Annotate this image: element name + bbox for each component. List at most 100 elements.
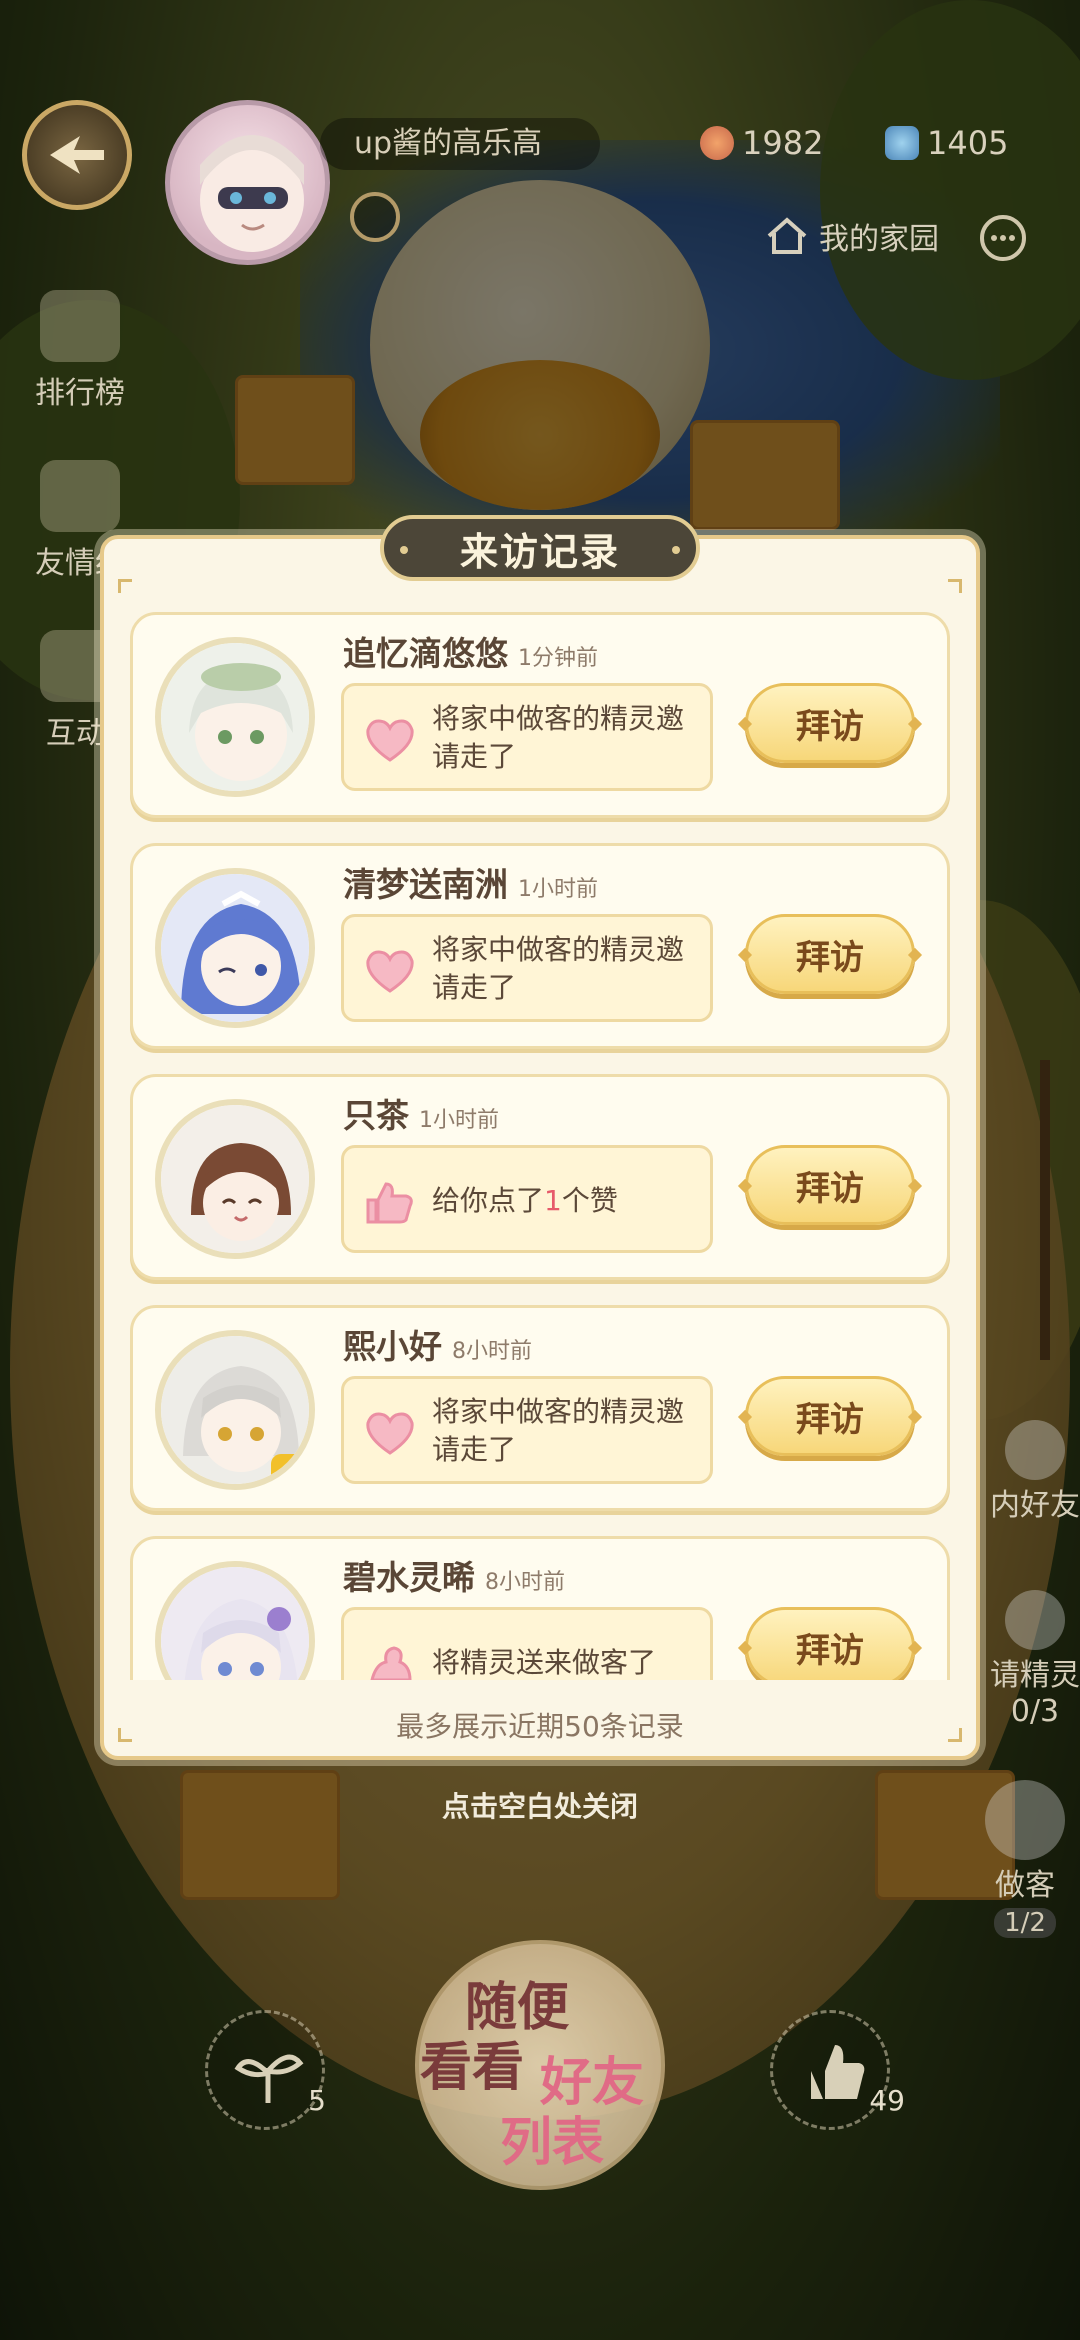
- visit-time: 8小时前: [452, 1339, 532, 1364]
- visit-message-text: 将家中做客的精灵邀 请走了: [432, 1393, 702, 1469]
- visitor-avatar-art: [161, 1567, 309, 1680]
- heart-outline-icon: [1005, 1590, 1065, 1650]
- heart-icon: [366, 1412, 414, 1455]
- visitor-avatar[interactable]: [155, 1330, 315, 1490]
- visit-button-label: 拜访: [796, 706, 864, 747]
- corner-ornament: [948, 579, 962, 593]
- visit-button[interactable]: 拜访: [745, 1607, 915, 1680]
- home-label: 我的家园: [819, 222, 939, 257]
- gem-amount: 1405: [927, 124, 1009, 162]
- random-label-2: 看看: [420, 2037, 525, 2098]
- add-friend-button[interactable]: 内好友: [990, 1420, 1080, 1524]
- invite-spirit-label: 请精灵: [990, 1658, 1080, 1693]
- plant-button[interactable]: 5: [205, 2010, 326, 2130]
- back-arrow-icon: [50, 136, 104, 174]
- currency-coins: 1982: [700, 118, 823, 168]
- visit-time: 1小时前: [419, 1108, 499, 1133]
- add-friend-label: 内好友: [990, 1488, 1080, 1523]
- message-part: 给你点了: [432, 1184, 545, 1217]
- medal-icon: [40, 460, 120, 532]
- visitor-avatar[interactable]: [155, 637, 315, 797]
- visitor-name-text: 清梦送南洲: [343, 865, 508, 904]
- visitor-name: 碧水灵晞 8小时前: [343, 1551, 565, 1599]
- like-count-highlight: 1: [544, 1184, 562, 1217]
- visit-record: 熙小好 8小时前 将家中做客的精灵邀 请走了 拜访: [130, 1305, 950, 1511]
- visit-button-label: 拜访: [796, 1630, 864, 1671]
- leaderboard-button[interactable]: 排行榜: [0, 290, 160, 412]
- coin-icon: [700, 126, 734, 160]
- visitor-avatar[interactable]: [155, 1561, 315, 1680]
- modal-title: 来访记录: [380, 515, 700, 581]
- visit-message-text: 将家中做客的精灵邀 请走了: [432, 700, 702, 776]
- heart-icon: [366, 719, 414, 762]
- visitor-name: 清梦送南洲 1小时前: [343, 858, 598, 906]
- visit-time: 1小时前: [518, 877, 598, 902]
- message-line: 将家中做客的精灵邀: [432, 702, 685, 735]
- visitor-name: 熙小好 8小时前: [343, 1320, 532, 1368]
- username: up酱的高乐高: [320, 118, 600, 170]
- leaderboard-label: 排行榜: [35, 376, 125, 411]
- invite-spirit-count: 0/3: [1010, 1694, 1060, 1729]
- visitor-avatar-art: [161, 874, 309, 1022]
- message-line: 请走了: [432, 1433, 517, 1466]
- visit-message-text: 给你点了1个赞: [432, 1182, 702, 1220]
- more-options-button[interactable]: [980, 215, 1026, 261]
- gem-icon: [885, 126, 919, 160]
- trophy-icon: [40, 290, 120, 362]
- invite-spirit-button[interactable]: 请精灵 0/3: [990, 1590, 1080, 1729]
- message-line: 将精灵送来做客了: [432, 1646, 657, 1679]
- visitor-name-text: 只茶: [343, 1096, 409, 1135]
- add-friend-icon: [1005, 1420, 1065, 1480]
- message-part: 个赞: [561, 1184, 618, 1217]
- guest-count: 1/2: [994, 1908, 1056, 1938]
- visit-record: 碧水灵晞 8小时前 将精灵送来做客了 拜访: [130, 1536, 950, 1680]
- visit-record: 追忆滴悠悠 1分钟前 将家中做客的精灵邀 请走了 拜访: [130, 612, 950, 818]
- currency-gems: 1405: [885, 118, 1008, 168]
- record-limit-note: 最多展示近期50条记录: [396, 1710, 684, 1743]
- visitor-name-text: 追忆滴悠悠: [343, 634, 508, 673]
- like-button[interactable]: 49: [770, 2010, 905, 2130]
- level-icon[interactable]: [350, 192, 400, 242]
- visit-message: 给你点了1个赞: [341, 1145, 713, 1253]
- back-button[interactable]: [22, 100, 132, 210]
- message-line: 将家中做客的精灵邀: [432, 1395, 685, 1428]
- like-count: 49: [869, 2084, 905, 2117]
- visitor-name-text: 碧水灵晞: [343, 1558, 475, 1597]
- visitor-name: 只茶 1小时前: [343, 1089, 499, 1137]
- visitor-avatar-art: [161, 1336, 309, 1484]
- visit-message-text: 将家中做客的精灵邀 请走了: [432, 931, 702, 1007]
- visit-record: 只茶 1小时前 给你点了1个赞 拜访: [130, 1074, 950, 1280]
- visitor-name-text: 熙小好: [343, 1327, 442, 1366]
- visit-message: 将家中做客的精灵邀 请走了: [341, 683, 713, 791]
- dot: [1000, 235, 1006, 241]
- plant-count: 5: [308, 2084, 326, 2117]
- heart-icon: [366, 950, 414, 993]
- dot: [1009, 235, 1015, 241]
- message-line: 将家中做客的精灵邀: [432, 933, 685, 966]
- friend-list-label-2: 列表: [500, 2112, 605, 2173]
- my-home-link[interactable]: 我的家园: [765, 214, 939, 258]
- visit-time: 8小时前: [485, 1570, 565, 1595]
- visitor-avatar-art: [161, 643, 309, 791]
- thumbs-up-icon: [366, 1182, 413, 1224]
- visitor-avatar[interactable]: [155, 868, 315, 1028]
- visit-button[interactable]: 拜访: [745, 914, 915, 994]
- corner-ornament: [118, 579, 132, 593]
- visitor-avatar[interactable]: [155, 1099, 315, 1259]
- visit-button-label: 拜访: [796, 1399, 864, 1440]
- player-avatar[interactable]: [165, 100, 330, 265]
- visit-button-label: 拜访: [796, 937, 864, 978]
- visit-record-list[interactable]: 追忆滴悠悠 1分钟前 将家中做客的精灵邀 请走了 拜访 清梦送南洲 1小时前 将…: [130, 612, 950, 1680]
- message-line: 请走了: [432, 740, 517, 773]
- visit-time: 1分钟前: [518, 646, 598, 671]
- visit-message-text: 将精灵送来做客了: [432, 1644, 702, 1680]
- visit-button[interactable]: 拜访: [745, 1376, 915, 1456]
- visit-button[interactable]: 拜访: [745, 683, 915, 763]
- visit-record: 清梦送南洲 1小时前 将家中做客的精灵邀 请走了 拜访: [130, 843, 950, 1049]
- visitor-name: 追忆滴悠悠 1分钟前: [343, 627, 598, 675]
- modal-title-text: 来访记录: [459, 529, 620, 574]
- visit-button[interactable]: 拜访: [745, 1145, 915, 1225]
- close-hint: 点击空白处关闭: [441, 1790, 638, 1823]
- guest-label: 做客: [995, 1868, 1055, 1903]
- coin-amount: 1982: [742, 124, 824, 162]
